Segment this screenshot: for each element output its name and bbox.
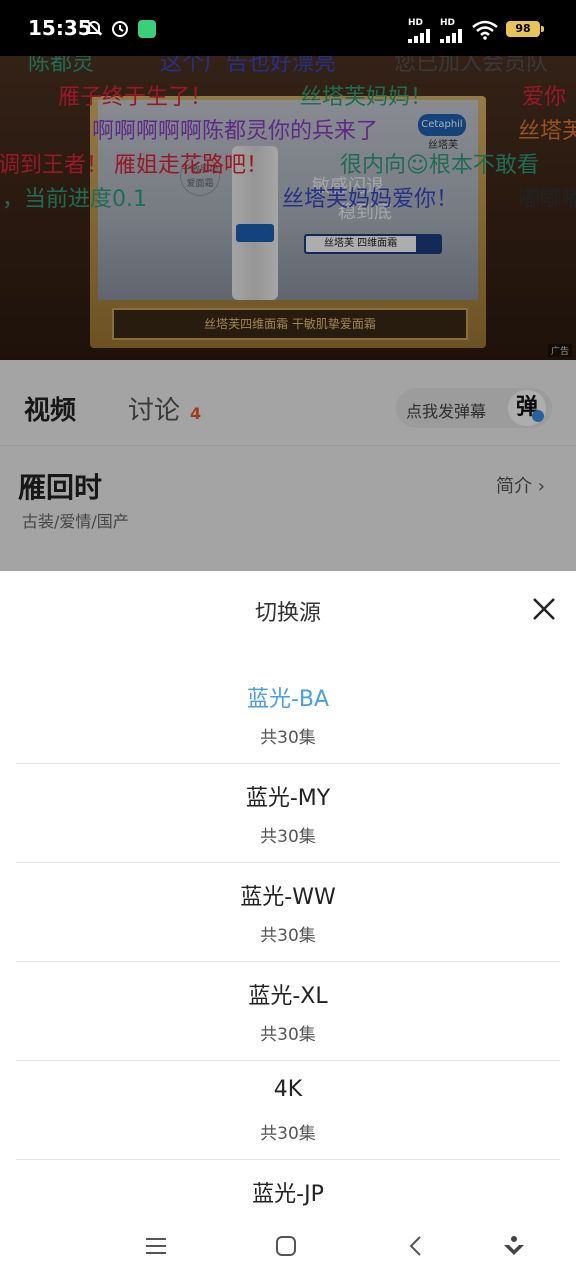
assistant-icon[interactable] <box>501 1233 527 1259</box>
source-episode-count: 共30集 <box>260 827 316 847</box>
back-icon[interactable] <box>403 1233 429 1259</box>
switch-source-sheet: 切换源 蓝光-BA 共30集 蓝光-MY 共30集 蓝光-WW 共30集 蓝光-… <box>0 571 576 1211</box>
source-item[interactable]: 蓝光-WW 共30集 <box>16 863 560 962</box>
source-episode-count: 共30集 <box>260 1025 316 1045</box>
source-name: 蓝光-WW <box>240 885 336 910</box>
alarm-icon <box>112 21 128 37</box>
source-item[interactable]: 蓝光-MY 共30集 <box>16 764 560 863</box>
system-nav-bar <box>0 1211 576 1280</box>
source-name: 蓝光-MY <box>245 786 331 811</box>
close-icon[interactable] <box>528 593 560 625</box>
source-item[interactable]: 蓝光-JP <box>16 1160 560 1211</box>
source-name: 蓝光-BA <box>246 687 330 712</box>
source-name: 蓝光-XL <box>248 984 328 1009</box>
source-name: 蓝光-JP <box>252 1182 324 1207</box>
status-bar: 15:35 HD HD 98 <box>0 0 576 56</box>
source-episode-count: 共30集 <box>260 1124 316 1144</box>
source-list: 蓝光-BA 共30集 蓝光-MY 共30集 蓝光-WW 共30集 蓝光-XL 共… <box>16 665 560 1211</box>
menu-icon[interactable] <box>143 1233 169 1259</box>
source-item[interactable]: 蓝光-BA 共30集 <box>16 665 560 764</box>
modal-backdrop[interactable] <box>0 56 576 571</box>
signal-icon <box>408 29 430 43</box>
source-episode-count: 共30集 <box>260 926 316 946</box>
app-notification-icon <box>138 20 156 38</box>
source-episode-count: 共30集 <box>260 728 316 748</box>
sheet-title: 切换源 <box>254 601 321 626</box>
home-icon[interactable] <box>273 1233 299 1259</box>
source-item[interactable]: 4K 共30集 <box>16 1061 560 1160</box>
mute-bell-icon <box>85 20 103 36</box>
source-item[interactable]: 蓝光-XL 共30集 <box>16 962 560 1061</box>
wifi-icon <box>472 20 498 40</box>
signal-icon <box>440 29 462 43</box>
battery-icon: 98 <box>506 21 544 37</box>
clock-time: 15:35 <box>28 16 92 40</box>
source-name: 4K <box>273 1077 303 1102</box>
